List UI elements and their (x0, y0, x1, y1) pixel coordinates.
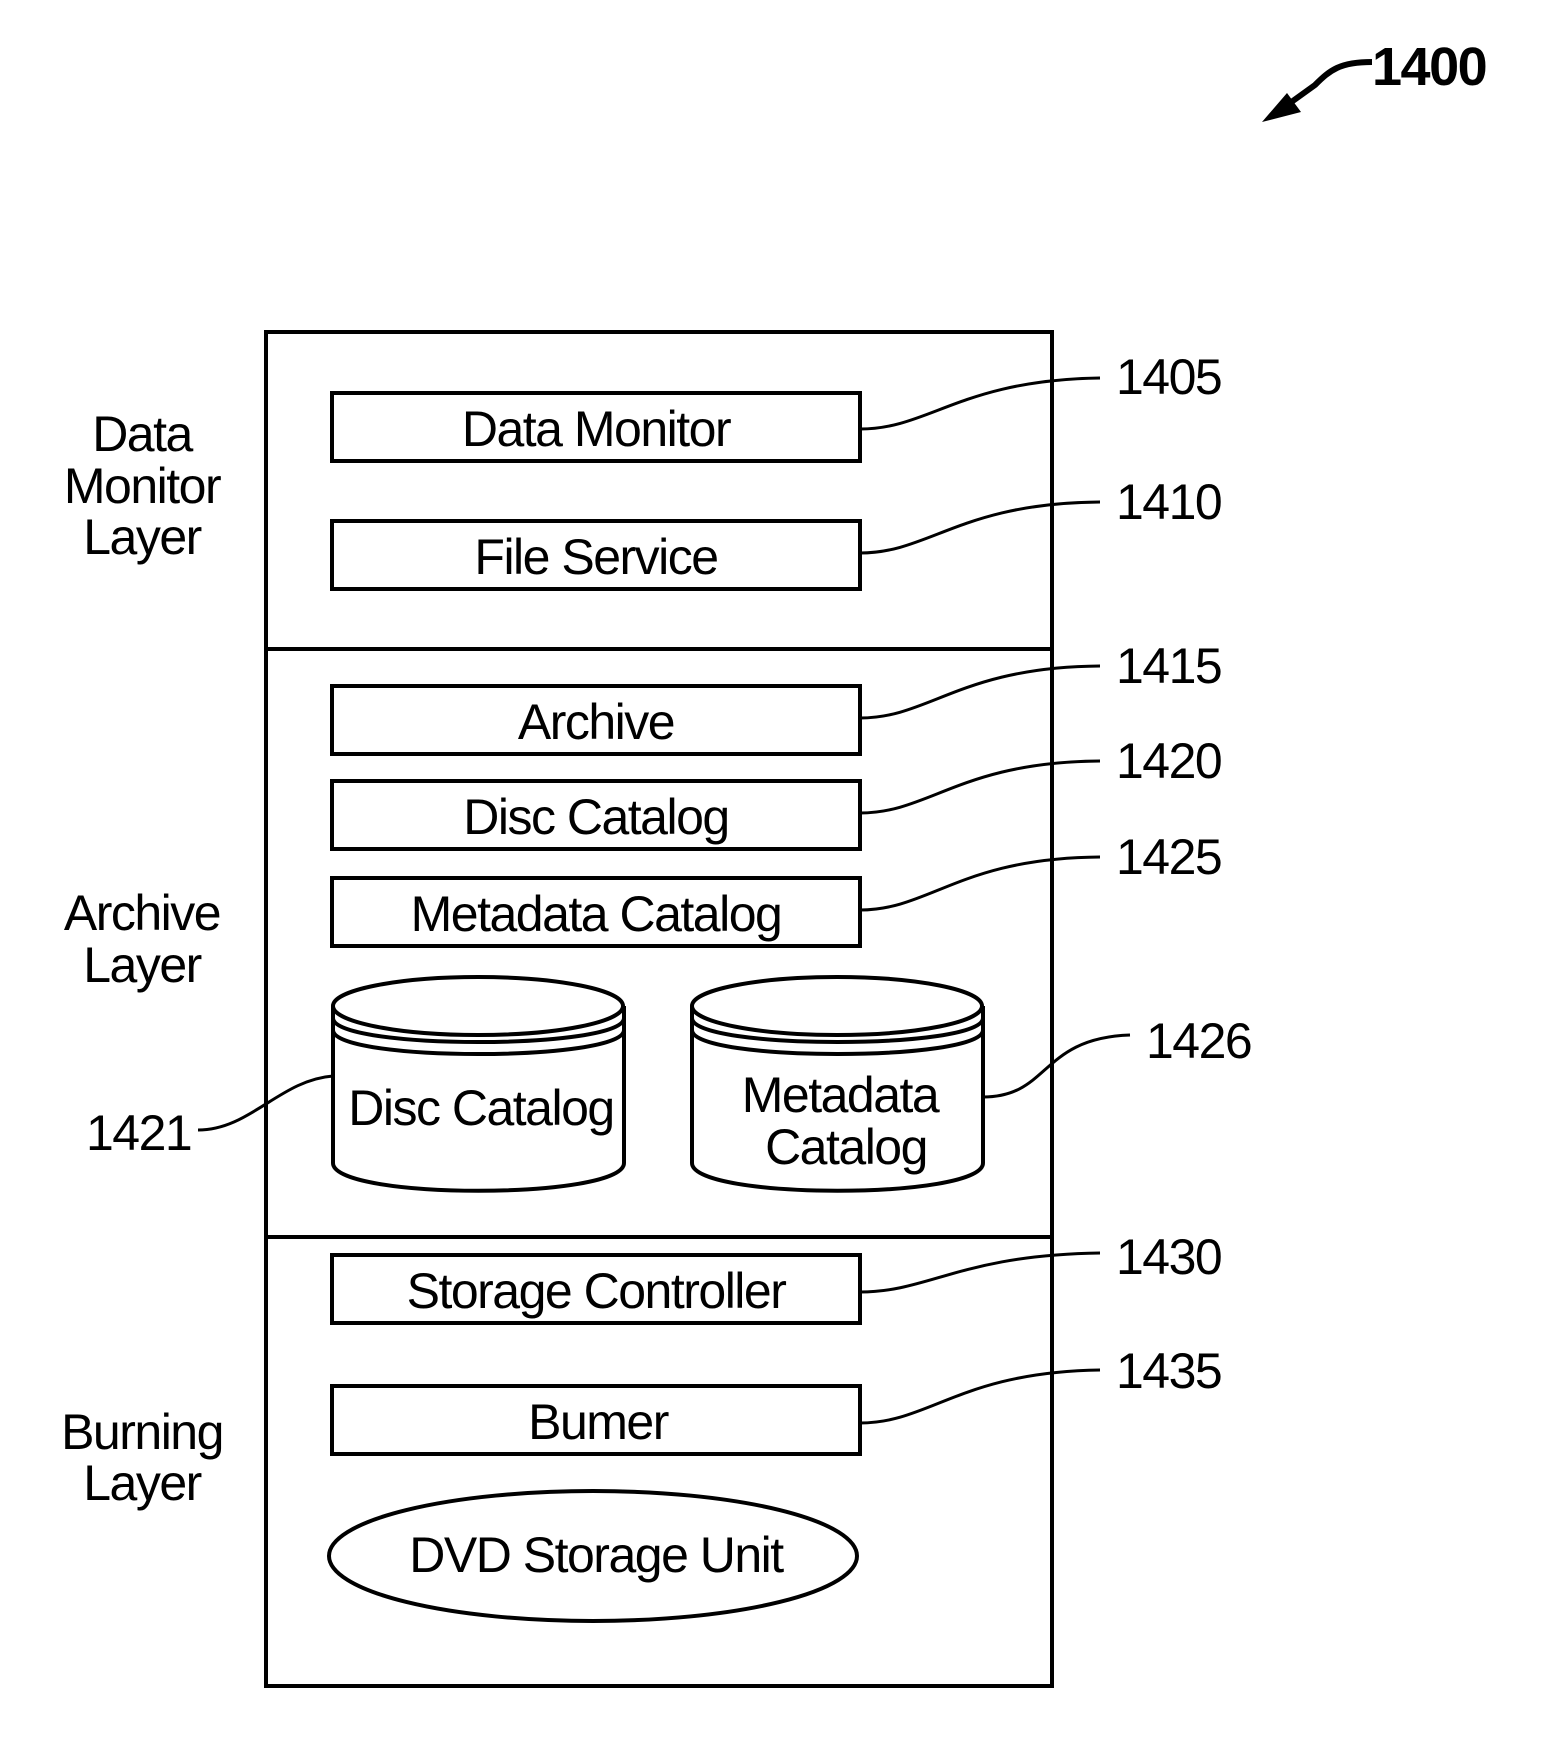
metadata-catalog-db-label-line: Metadata (742, 1067, 940, 1123)
layer-label-archive: Archive Layer (64, 885, 222, 993)
metadata-catalog-database: Metadata Catalog (690, 975, 985, 1193)
ref-1425: 1425 (1116, 829, 1221, 885)
storage-controller-label: Storage Controller (407, 1263, 787, 1319)
layer-label-line: Layer (83, 509, 201, 565)
layer-label-line: Archive (64, 885, 220, 941)
leader-line-1430 (859, 1251, 1101, 1294)
layer-label-line: Layer (83, 937, 201, 993)
ref-1420: 1420 (1116, 733, 1221, 789)
layer-label-line: Layer (83, 1455, 201, 1511)
leader-line-1415 (859, 664, 1101, 720)
ref-1410: 1410 (1116, 474, 1221, 530)
layer-label-line: Data (92, 406, 193, 462)
metadata-catalog-component: Metadata Catalog (330, 876, 862, 948)
disc-catalog-label: Disc Catalog (463, 789, 728, 845)
layer-label-line: Burning (61, 1404, 223, 1460)
file-service-label: File Service (474, 529, 717, 585)
ref-1415: 1415 (1116, 638, 1221, 694)
leader-line-1405 (859, 376, 1101, 431)
ref-1405: 1405 (1116, 349, 1221, 405)
burner-label: Bumer (528, 1394, 669, 1450)
ref-1421: 1421 (86, 1105, 191, 1161)
disc-catalog-db-label: Disc Catalog (348, 1080, 613, 1136)
storage-controller-component: Storage Controller (330, 1253, 862, 1325)
figure-reference: 1400 (1262, 37, 1488, 122)
figure-arrow-line (1288, 59, 1373, 106)
disc-catalog-database: Disc Catalog (331, 975, 626, 1193)
leader-line-1435 (859, 1368, 1101, 1425)
leader-line-1426 (982, 1033, 1131, 1099)
leader-line-1410 (859, 500, 1101, 555)
disc-catalog-component: Disc Catalog (330, 779, 862, 851)
metadata-catalog-label: Metadata Catalog (411, 886, 782, 942)
dvd-storage-unit: DVD Storage Unit (327, 1489, 859, 1623)
dvd-storage-unit-label: DVD Storage Unit (409, 1527, 784, 1583)
ref-1435: 1435 (1116, 1343, 1221, 1399)
file-service-component: File Service (330, 519, 862, 591)
burner-component: Bumer (330, 1384, 862, 1456)
data-monitor-component: Data Monitor (330, 391, 862, 463)
archive-component: Archive (330, 684, 862, 756)
layer-label-line: Monitor (64, 458, 221, 514)
diagram-canvas: 1400 Data Monitor Layer Archive Layer Bu… (61, 37, 1488, 1688)
archive-label: Archive (518, 694, 674, 750)
metadata-catalog-db-label-line: Catalog (765, 1119, 927, 1175)
leader-line-1420 (859, 759, 1101, 815)
ref-1430: 1430 (1116, 1229, 1221, 1285)
data-monitor-label: Data Monitor (462, 401, 731, 457)
layer-label-data-monitor: Data Monitor Layer (64, 406, 223, 565)
layer-label-burning: Burning Layer (61, 1404, 224, 1511)
figure-number: 1400 (1372, 37, 1486, 97)
leader-line-1425 (859, 855, 1101, 912)
ref-1426: 1426 (1146, 1013, 1251, 1069)
